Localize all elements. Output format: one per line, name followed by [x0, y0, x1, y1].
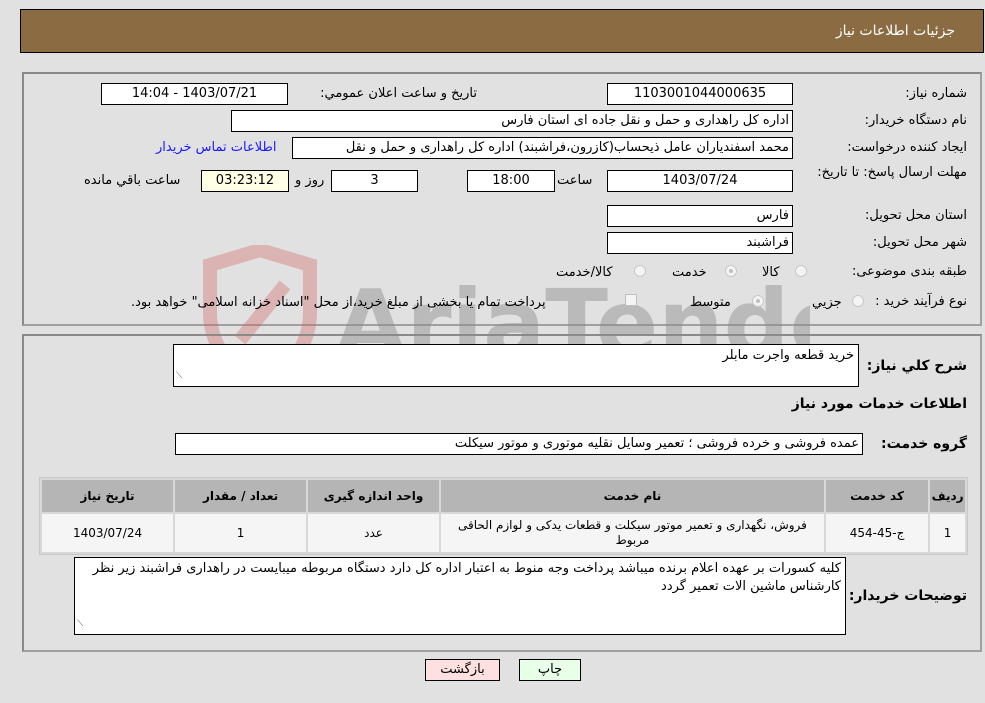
category-label: طبقه بندی موضوعی:: [851, 264, 967, 279]
purchase-type-medium-label: متوسط: [690, 295, 731, 310]
delivery-city-label: شهر محل تحویل:: [872, 235, 967, 250]
announce-datetime-field: 1403/07/21 - 14:04: [101, 83, 288, 105]
remaining-time-label: ساعت باقي مانده: [84, 173, 181, 188]
print-button[interactable]: چاپ: [519, 659, 581, 681]
treasury-checkbox[interactable]: [625, 294, 637, 306]
delivery-province-label: استان محل تحویل:: [865, 208, 967, 223]
buyer-org-label: نام دستگاه خريدار:: [864, 113, 967, 128]
deadline-date-field: 1403/07/24: [607, 170, 793, 192]
summary-text: خريد قطعه واجرت مابلر: [722, 348, 854, 363]
col-header-service-name: نام خدمت: [441, 480, 824, 512]
delivery-city-field: فراشبند: [607, 232, 793, 254]
category-radio-goods-service[interactable]: [634, 265, 646, 277]
deadline-time-label: ساعت: [557, 173, 593, 188]
purchase-type-radio-medium[interactable]: [752, 295, 764, 307]
col-header-need-date: تاريخ نياز: [42, 480, 174, 512]
purchase-type-radio-minor[interactable]: [852, 295, 864, 307]
announce-datetime-label: تاريخ و ساعت اعلان عمومي:: [320, 86, 477, 101]
deadline-label: مهلت ارسال پاسخ: تا تاریخ:: [817, 165, 967, 180]
cell-need-date: 1403/07/24: [42, 514, 174, 552]
col-header-quantity: تعداد / مقدار: [175, 480, 307, 512]
table-row: 1 ج-45-454 فروش، نگهداری و تعمیر موتور س…: [42, 514, 965, 552]
category-radio-service[interactable]: [725, 265, 737, 277]
deadline-time-field: 18:00: [467, 170, 555, 192]
services-section-title: اطلاعات خدمات مورد نياز: [791, 396, 967, 412]
cell-unit: عدد: [308, 514, 440, 552]
buyer-org-field: اداره کل راهداری و حمل و نقل جاده ای است…: [231, 110, 793, 132]
category-goods-label: کالا: [762, 265, 780, 280]
col-header-unit: واحد اندازه گيری: [308, 480, 440, 512]
category-goods-service-label: کالا/خدمت: [556, 265, 613, 280]
page-header: جزئیات اطلاعات نیاز: [20, 9, 984, 53]
purchase-type-label: نوع فرآیند خرید :: [875, 294, 967, 309]
treasury-checkbox-label: پرداخت تمام يا بخشی از مبلغ خريد،از محل …: [131, 295, 546, 310]
remaining-days-field: 3: [331, 170, 418, 192]
buyer-notes-label: توضيحات خريدار:: [848, 588, 967, 604]
table-header-row: رديف کد خدمت نام خدمت واحد اندازه گيری ت…: [42, 480, 965, 512]
page-title: جزئیات اطلاعات نیاز: [835, 23, 955, 39]
service-group-label: گروه خدمت:: [881, 436, 967, 452]
requester-label: ایجاد کننده درخواست:: [847, 140, 967, 155]
services-table: رديف کد خدمت نام خدمت واحد اندازه گيری ت…: [39, 477, 968, 555]
category-radio-goods[interactable]: [795, 265, 807, 277]
buyer-notes-text: کلیه کسورات بر عهده اعلام برنده میباشد پ…: [92, 561, 841, 594]
cell-row-number: 1: [930, 514, 965, 552]
summary-textarea[interactable]: خريد قطعه واجرت مابلر ⟋: [173, 344, 859, 387]
days-label: روز و: [295, 173, 325, 188]
col-header-service-code: کد خدمت: [825, 480, 929, 512]
cell-service-code: ج-45-454: [825, 514, 929, 552]
purchase-type-minor-label: جزيي: [812, 295, 842, 310]
requester-field: محمد اسفندیاران عامل ذیحساب(کازرون،فراشب…: [292, 137, 793, 159]
resize-grip-icon[interactable]: ⟋: [176, 367, 182, 385]
need-number-field: 1103001044000635: [607, 83, 793, 105]
resize-grip-icon[interactable]: ⟋: [77, 615, 83, 633]
remaining-time-field: 03:23:12: [201, 170, 289, 192]
cell-service-name: فروش، نگهداری و تعمیر موتور سیکلت و قطعا…: [441, 514, 824, 552]
buyer-contact-link[interactable]: اطلاعات تماس خريدار: [156, 140, 276, 155]
category-service-label: خدمت: [672, 265, 707, 280]
summary-label: شرح کلي نياز:: [866, 358, 967, 374]
back-button[interactable]: بازگشت: [425, 659, 500, 681]
service-group-field: عمده فروشی و خرده فروشی ؛ تعمیر وسایل نق…: [175, 433, 863, 455]
buyer-notes-textarea[interactable]: کلیه کسورات بر عهده اعلام برنده میباشد پ…: [74, 557, 846, 635]
delivery-province-field: فارس: [607, 205, 793, 227]
cell-quantity: 1: [175, 514, 307, 552]
col-header-row-number: رديف: [930, 480, 965, 512]
need-number-label: شماره نیاز:: [905, 86, 967, 101]
